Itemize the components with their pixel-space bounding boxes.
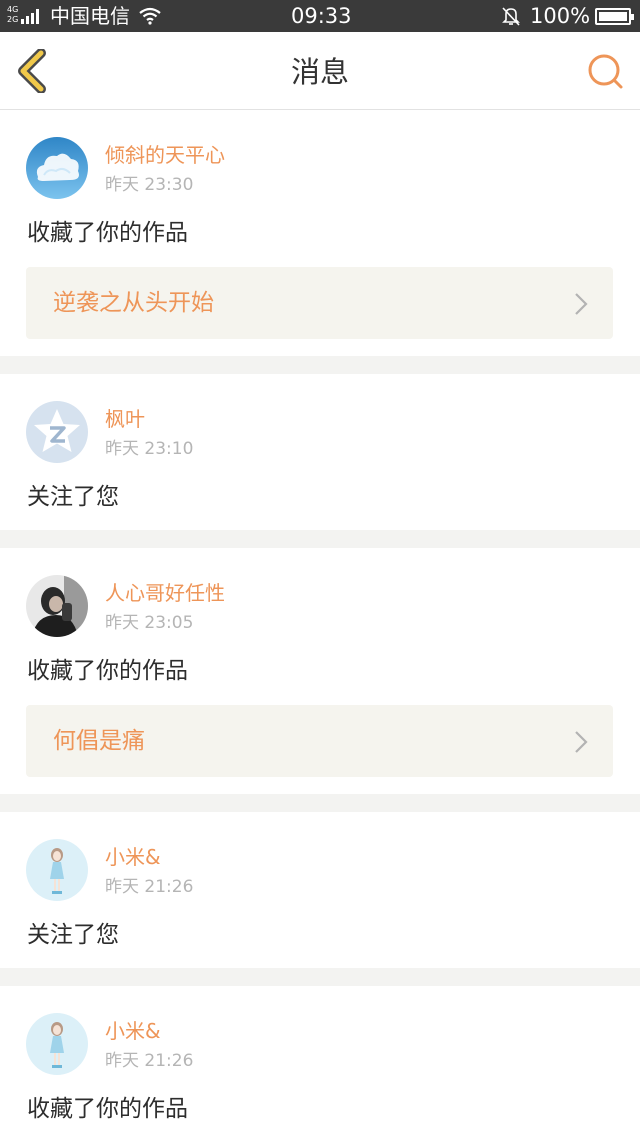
user-name[interactable]: 小米&: [105, 844, 161, 870]
message-card: 人心哥好任性 昨天 23:05 收藏了你的作品 何倡是痛: [0, 548, 640, 794]
navigation-header: 消息: [0, 32, 640, 110]
message-time: 昨天 23:05: [105, 613, 194, 633]
user-name[interactable]: 小米&: [105, 1018, 161, 1044]
work-title: 逆袭之从头开始: [53, 290, 214, 316]
network-type-bottom: 2G: [7, 15, 19, 24]
message-card: 小米& 昨天 21:26 关注了您: [0, 812, 640, 968]
status-bar: 4G 2G 中国电信 09:33 100%: [0, 0, 640, 32]
message-action-text: 收藏了你的作品: [27, 1096, 188, 1122]
work-link[interactable]: 何倡是痛: [26, 705, 613, 777]
message-card: 倾斜的天平心 昨天 23:30 收藏了你的作品 逆袭之从头开始: [0, 110, 640, 356]
chevron-right-icon: [575, 293, 588, 315]
user-avatar[interactable]: [26, 401, 88, 463]
message-time: 昨天 21:26: [105, 877, 194, 897]
work-title: 何倡是痛: [53, 728, 145, 754]
bell-muted-icon: [500, 6, 522, 26]
message-action-text: 关注了您: [27, 922, 119, 948]
message-time: 昨天 21:26: [105, 1051, 194, 1071]
work-link[interactable]: 逆袭之从头开始: [26, 267, 613, 339]
message-time: 昨天 23:30: [105, 175, 194, 195]
user-name[interactable]: 倾斜的天平心: [105, 142, 225, 168]
user-avatar[interactable]: [26, 575, 88, 637]
carrier-name: 中国电信: [50, 4, 130, 28]
message-card: 枫叶 昨天 23:10 关注了您: [0, 374, 640, 530]
user-avatar[interactable]: [26, 137, 88, 199]
message-time: 昨天 23:10: [105, 439, 194, 459]
page-title: 消息: [290, 55, 349, 89]
signal-icon: [21, 8, 43, 24]
message-action-text: 收藏了你的作品: [27, 658, 188, 684]
chevron-right-icon: [575, 731, 588, 753]
message-card: 小米& 昨天 21:26 收藏了你的作品: [0, 986, 640, 1138]
search-icon: [588, 54, 623, 89]
wifi-icon: [139, 7, 161, 25]
user-avatar[interactable]: [26, 839, 88, 901]
user-name[interactable]: 枫叶: [105, 406, 145, 432]
network-type-top: 4G: [7, 5, 19, 14]
message-action-text: 收藏了你的作品: [27, 220, 188, 246]
user-name[interactable]: 人心哥好任性: [105, 580, 225, 606]
message-action-text: 关注了您: [27, 484, 119, 510]
battery-icon: [595, 8, 634, 25]
search-button[interactable]: [584, 51, 626, 93]
battery-percent: 100%: [530, 4, 591, 28]
user-avatar[interactable]: [26, 1013, 88, 1075]
clock: 09:33: [291, 4, 352, 28]
